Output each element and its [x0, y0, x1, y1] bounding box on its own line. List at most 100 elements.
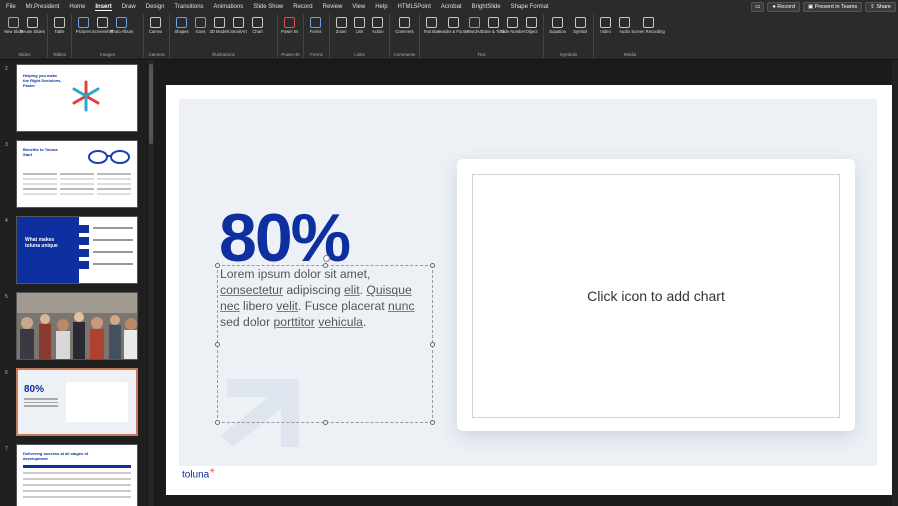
body-text-segment: sed dolor — [220, 315, 274, 329]
tab-insert[interactable]: Insert — [95, 4, 112, 11]
body-text-box[interactable]: Lorem ipsum dolor sit amet, consectetur … — [215, 263, 435, 425]
slide-thumbnail-5[interactable] — [16, 292, 138, 360]
tab-transitions[interactable]: Transitions — [174, 4, 203, 10]
body-text-segment: nec — [220, 299, 240, 313]
screenshot-icon — [97, 17, 108, 28]
tab-acrobat[interactable]: Acrobat — [441, 4, 462, 10]
body-text-segment: adipiscing — [283, 283, 344, 297]
body-text-segment: velit — [276, 299, 298, 313]
toluna-star-graphic — [72, 80, 100, 112]
chart-card: Click icon to add chart — [457, 159, 855, 431]
ribbon-group-camera: Cameo Camera — [144, 14, 170, 58]
logo-text: toluna — [182, 469, 210, 481]
ribbon-group-tables: Table Tables — [48, 14, 72, 58]
tab-slide-show[interactable]: Slide Show — [253, 4, 283, 10]
toluna-logo: toluna✳ — [182, 467, 215, 480]
tab-mr-president[interactable]: Mr.President — [26, 4, 60, 10]
record-label: Record — [777, 4, 796, 10]
resize-handle-right[interactable] — [430, 342, 435, 347]
resize-handle-bottom-right[interactable] — [430, 420, 435, 425]
body-text-segment: vehicula — [318, 315, 363, 329]
ribbon-group-forms: Forms Forms — [304, 14, 330, 58]
ribbon-group-slides: New Slide Reuse Slides Slides — [2, 14, 48, 58]
thumbnail-list-text — [93, 227, 133, 265]
glasses-graphic — [88, 150, 130, 164]
thumbnail-body-lines — [24, 398, 58, 407]
tab-record[interactable]: Record — [293, 4, 312, 10]
tab-view[interactable]: View — [352, 4, 365, 10]
object-icon — [526, 17, 537, 28]
slide-thumbnail-6[interactable]: 80% — [16, 368, 138, 436]
action-star-icon — [372, 17, 384, 28]
body-text-segment: Lorem ipsum dolor sit amet, — [220, 267, 371, 281]
slide-thumbnails-pane[interactable]: 2 Helping you make the Right Decisions, … — [0, 60, 146, 506]
slide-thumbnail-2[interactable]: Helping you make the Right Decisions, Fa… — [16, 64, 138, 132]
tab-file[interactable]: File — [6, 4, 16, 10]
editor-scrollbar[interactable] — [892, 60, 898, 506]
slide-thumbnail-4[interactable]: What makes toluna unique — [16, 216, 138, 284]
slide-number: 2 — [5, 66, 8, 72]
smartart-icon — [233, 17, 244, 28]
slide-number: 3 — [5, 142, 8, 148]
slide-canvas[interactable]: 80% Lorem ipsum dolor sit amet, consecte… — [166, 85, 892, 495]
thumbnail-table — [23, 465, 131, 498]
forms-icon — [310, 17, 321, 28]
share-button[interactable]: ⇪ Share — [865, 2, 896, 12]
tab-draw[interactable]: Draw — [122, 4, 136, 10]
thumbnail-title: Helping you make the Right Decisions, Fa… — [23, 73, 62, 88]
omega-icon — [574, 17, 586, 28]
chart-placeholder-text: Click icon to add chart — [587, 288, 725, 304]
slide-thumbnail-7[interactable]: Delivering success at all stages of deve… — [16, 444, 138, 506]
body-text[interactable]: Lorem ipsum dolor sit amet, consectetur … — [218, 266, 432, 330]
power-bi-icon — [284, 17, 295, 28]
icons-icon — [195, 17, 206, 28]
slide-number: 7 — [5, 446, 8, 452]
resize-handle-bottom-left[interactable] — [215, 420, 220, 425]
slide-editor: 80% Lorem ipsum dolor sit amet, consecte… — [155, 60, 898, 506]
record-button[interactable]: ● Record — [767, 2, 801, 12]
thumbnail-title: Benefits to Toluna Start — [23, 147, 58, 157]
slide-number: 4 — [5, 218, 8, 224]
text-box-icon — [426, 17, 437, 28]
cameo-icon — [150, 17, 161, 28]
resize-handle-top-left[interactable] — [215, 263, 220, 268]
thumbnail-title: 80% — [24, 384, 45, 395]
present-in-teams-button[interactable]: ▣ Present in Teams — [803, 2, 863, 12]
resize-handle-top[interactable] — [323, 263, 328, 268]
video-icon — [600, 17, 611, 28]
thumbnail-text-grid — [23, 173, 131, 201]
body-text-segment: . — [362, 315, 367, 329]
resize-handle-left[interactable] — [215, 342, 220, 347]
slide-background-panel: 80% Lorem ipsum dolor sit amet, consecte… — [179, 99, 877, 466]
tab-design[interactable]: Design — [146, 4, 165, 10]
slide-thumbnail-3[interactable]: Benefits to Toluna Start — [16, 140, 138, 208]
thumbnail-title: Delivering success at all stages of deve… — [23, 451, 89, 461]
tab-html5point[interactable]: HTML5Point — [398, 4, 431, 10]
tab-shape-format[interactable]: Shape Format — [511, 4, 549, 10]
screen-recording-icon — [642, 17, 654, 28]
resize-handle-bottom[interactable] — [323, 420, 328, 425]
share-label: Share — [876, 4, 891, 10]
header-footer-icon — [447, 17, 459, 28]
link-icon — [353, 17, 365, 28]
ribbon-group-illustrations: Shapes Icons 3D Models SmartArt Chart Il… — [170, 14, 278, 58]
logo-star-icon: ✳ — [209, 468, 216, 475]
tab-animations[interactable]: Animations — [214, 4, 244, 10]
cube-icon — [214, 17, 225, 28]
table-icon — [54, 17, 65, 28]
comments-icon[interactable]: ▭ — [751, 2, 765, 12]
scrollbar-thumb[interactable] — [149, 64, 153, 144]
chart-placeholder[interactable]: Click icon to add chart — [472, 174, 840, 418]
thumbnails-scrollbar[interactable] — [148, 60, 154, 506]
tab-brightslide[interactable]: BrightSlide — [472, 4, 501, 10]
rotate-handle[interactable] — [323, 255, 330, 262]
tab-review[interactable]: Review — [323, 4, 343, 10]
tab-help[interactable]: Help — [375, 4, 387, 10]
slide-number: 6 — [5, 370, 8, 376]
resize-handle-top-right[interactable] — [430, 263, 435, 268]
thumbnail-chart-card — [66, 382, 128, 422]
tab-home[interactable]: Home — [69, 4, 85, 10]
ribbon-group-links: Zoom Link Action Links — [330, 14, 390, 58]
body-text-segment: porttitor — [273, 315, 315, 329]
menu-bar: File Mr.President Home Insert Draw Desig… — [0, 0, 898, 14]
